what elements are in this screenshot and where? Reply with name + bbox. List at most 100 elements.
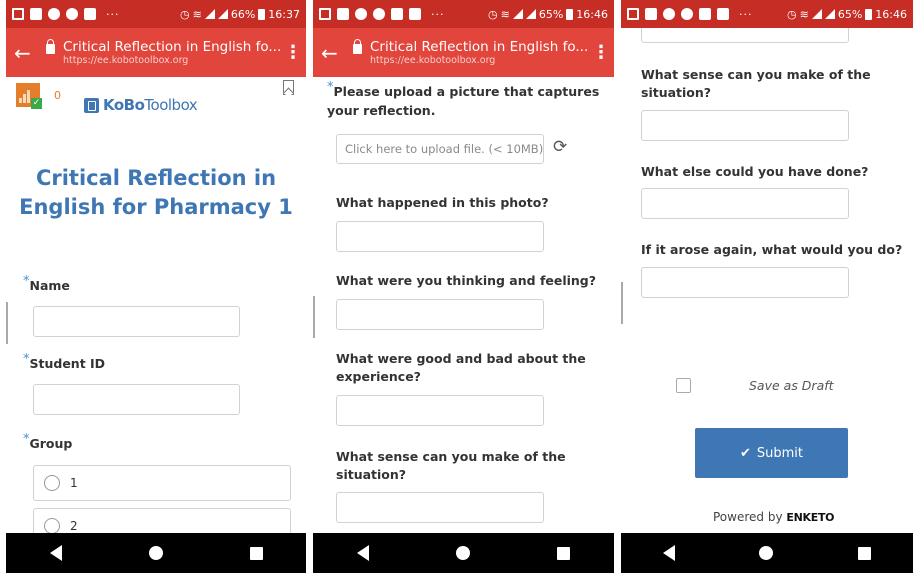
page-title: Critical Reflection in English fo... [63, 39, 282, 55]
save-draft-checkbox[interactable] [676, 378, 691, 393]
document-icon [319, 8, 331, 20]
group-option-1[interactable]: 1 [33, 465, 291, 501]
form-content: What sense can you make of the situation?… [621, 28, 913, 533]
video-icon-2 [717, 8, 729, 20]
kobotoolbox-logo: KoBo Toolbox [84, 96, 198, 114]
form-content: ✓ 0 KoBo Toolbox Critical Reflection in E… [6, 77, 306, 533]
clock: 16:37 [268, 7, 300, 21]
name-label: *Name [23, 274, 70, 293]
back-arrow-icon[interactable]: ← [14, 41, 40, 65]
save-draft-label: Save as Draft [749, 378, 834, 393]
signal-icon [204, 9, 215, 19]
else-input[interactable] [641, 188, 849, 219]
thinking-label: What were you thinking and feeling? [336, 273, 597, 288]
sense-input[interactable] [641, 110, 849, 141]
battery-icon [566, 8, 574, 20]
overflow-menu-icon[interactable]: ⋮ [284, 42, 302, 63]
upload-label: *Please upload a picture that captures y… [327, 80, 600, 118]
happened-label: What happened in this photo? [336, 195, 549, 210]
radio-icon[interactable] [44, 518, 60, 533]
happened-input[interactable] [336, 221, 544, 252]
else-label: What else could you have done? [641, 164, 869, 179]
kobo-logo-icon [84, 97, 99, 113]
status-bar: ··· ◷ ≋ 65% 16:46 [313, 0, 614, 28]
again-input[interactable] [641, 267, 849, 298]
document-icon [12, 8, 24, 20]
page-url: https://ee.kobotoolbox.org [370, 55, 496, 66]
page-titles[interactable]: Critical Reflection in English fo... htt… [63, 39, 284, 66]
alarm-icon: ◷ [180, 7, 190, 21]
wifi-icon: ≋ [500, 7, 510, 21]
circle-notification-icon [66, 8, 78, 20]
refresh-icon[interactable]: ⟳ [553, 137, 567, 157]
battery-icon [258, 8, 266, 20]
battery-percent: 65% [837, 7, 863, 21]
student-id-label: *Student ID [23, 352, 106, 371]
lock-icon [353, 38, 362, 54]
facebook-icon [30, 8, 42, 20]
back-arrow-icon[interactable]: ← [321, 41, 347, 65]
facebook-icon [337, 8, 349, 20]
search-app-icon [355, 8, 367, 20]
search-app-icon [663, 8, 675, 20]
recent-square-icon[interactable] [557, 546, 571, 560]
status-bar: ··· ◷ ≋ 65% 16:46 [621, 0, 913, 28]
student-id-input[interactable] [33, 384, 240, 415]
document-icon [627, 8, 639, 20]
back-triangle-icon[interactable] [356, 545, 369, 561]
file-upload-field[interactable]: Click here to upload file. (< 10MB) [336, 134, 544, 164]
android-nav-bar [313, 533, 614, 573]
radio-icon[interactable] [44, 475, 60, 491]
battery-percent: 66% [230, 7, 256, 21]
signal-icon [811, 9, 822, 19]
home-circle-icon[interactable] [455, 546, 470, 560]
signal-icon [512, 9, 523, 19]
bookmark-icon[interactable] [283, 80, 294, 95]
video-icon [84, 8, 96, 20]
video-icon-2 [409, 8, 421, 20]
phone-screen-1: ··· ◷ ≋ 66% 16:37 ← Critical Reflection … [6, 0, 306, 573]
video-icon [699, 8, 711, 20]
home-circle-icon[interactable] [148, 546, 163, 560]
circle-notification-icon [373, 8, 385, 20]
phone-screen-3: ··· ◷ ≋ 65% 16:46 What sense can you mak… [621, 0, 913, 573]
submit-button[interactable]: ✔ Submit [695, 428, 848, 478]
name-input[interactable] [33, 306, 240, 337]
group-option-2[interactable]: 2 [33, 508, 291, 533]
thinking-input[interactable] [336, 299, 544, 330]
previous-input-partial[interactable] [641, 28, 849, 43]
back-triangle-icon[interactable] [49, 545, 62, 561]
clock: 16:46 [576, 7, 608, 21]
page-titles[interactable]: Critical Reflection in English fo... htt… [370, 39, 592, 66]
recent-square-icon[interactable] [249, 546, 263, 560]
wifi-icon: ≋ [192, 7, 202, 21]
overflow-menu-icon[interactable]: ⋮ [592, 42, 610, 63]
recent-square-icon[interactable] [857, 546, 871, 560]
wifi-icon: ≋ [799, 7, 809, 21]
back-triangle-icon[interactable] [663, 545, 676, 561]
search-app-icon [48, 8, 60, 20]
progress-badge-icon: ✓ [16, 83, 42, 109]
good-bad-label: What were good and bad about the experien… [336, 351, 586, 384]
alarm-icon: ◷ [488, 7, 498, 21]
enketo-logo: ENKETO [786, 511, 835, 524]
browser-app-bar: ← Critical Reflection in English fo... h… [6, 28, 306, 77]
alarm-icon: ◷ [787, 7, 797, 21]
page-title: Critical Reflection in English fo... [370, 39, 589, 55]
android-nav-bar [6, 533, 306, 573]
good-bad-input[interactable] [336, 395, 544, 426]
home-circle-icon[interactable] [759, 546, 774, 560]
battery-icon [865, 8, 873, 20]
question-gutter [313, 296, 316, 338]
page-url: https://ee.kobotoolbox.org [63, 55, 189, 66]
circle-notification-icon [681, 8, 693, 20]
signal-icon-2 [217, 9, 228, 19]
sense-input[interactable] [336, 492, 544, 523]
lock-icon [46, 38, 55, 54]
score-count: 0 [54, 89, 61, 102]
form-title: Critical Reflection in English for Pharm… [19, 166, 293, 219]
more-notifications-icon: ··· [431, 7, 445, 21]
powered-by-footer: Powered by ENKETO [713, 510, 835, 524]
check-icon: ✔ [739, 445, 751, 461]
signal-icon-2 [824, 9, 835, 19]
